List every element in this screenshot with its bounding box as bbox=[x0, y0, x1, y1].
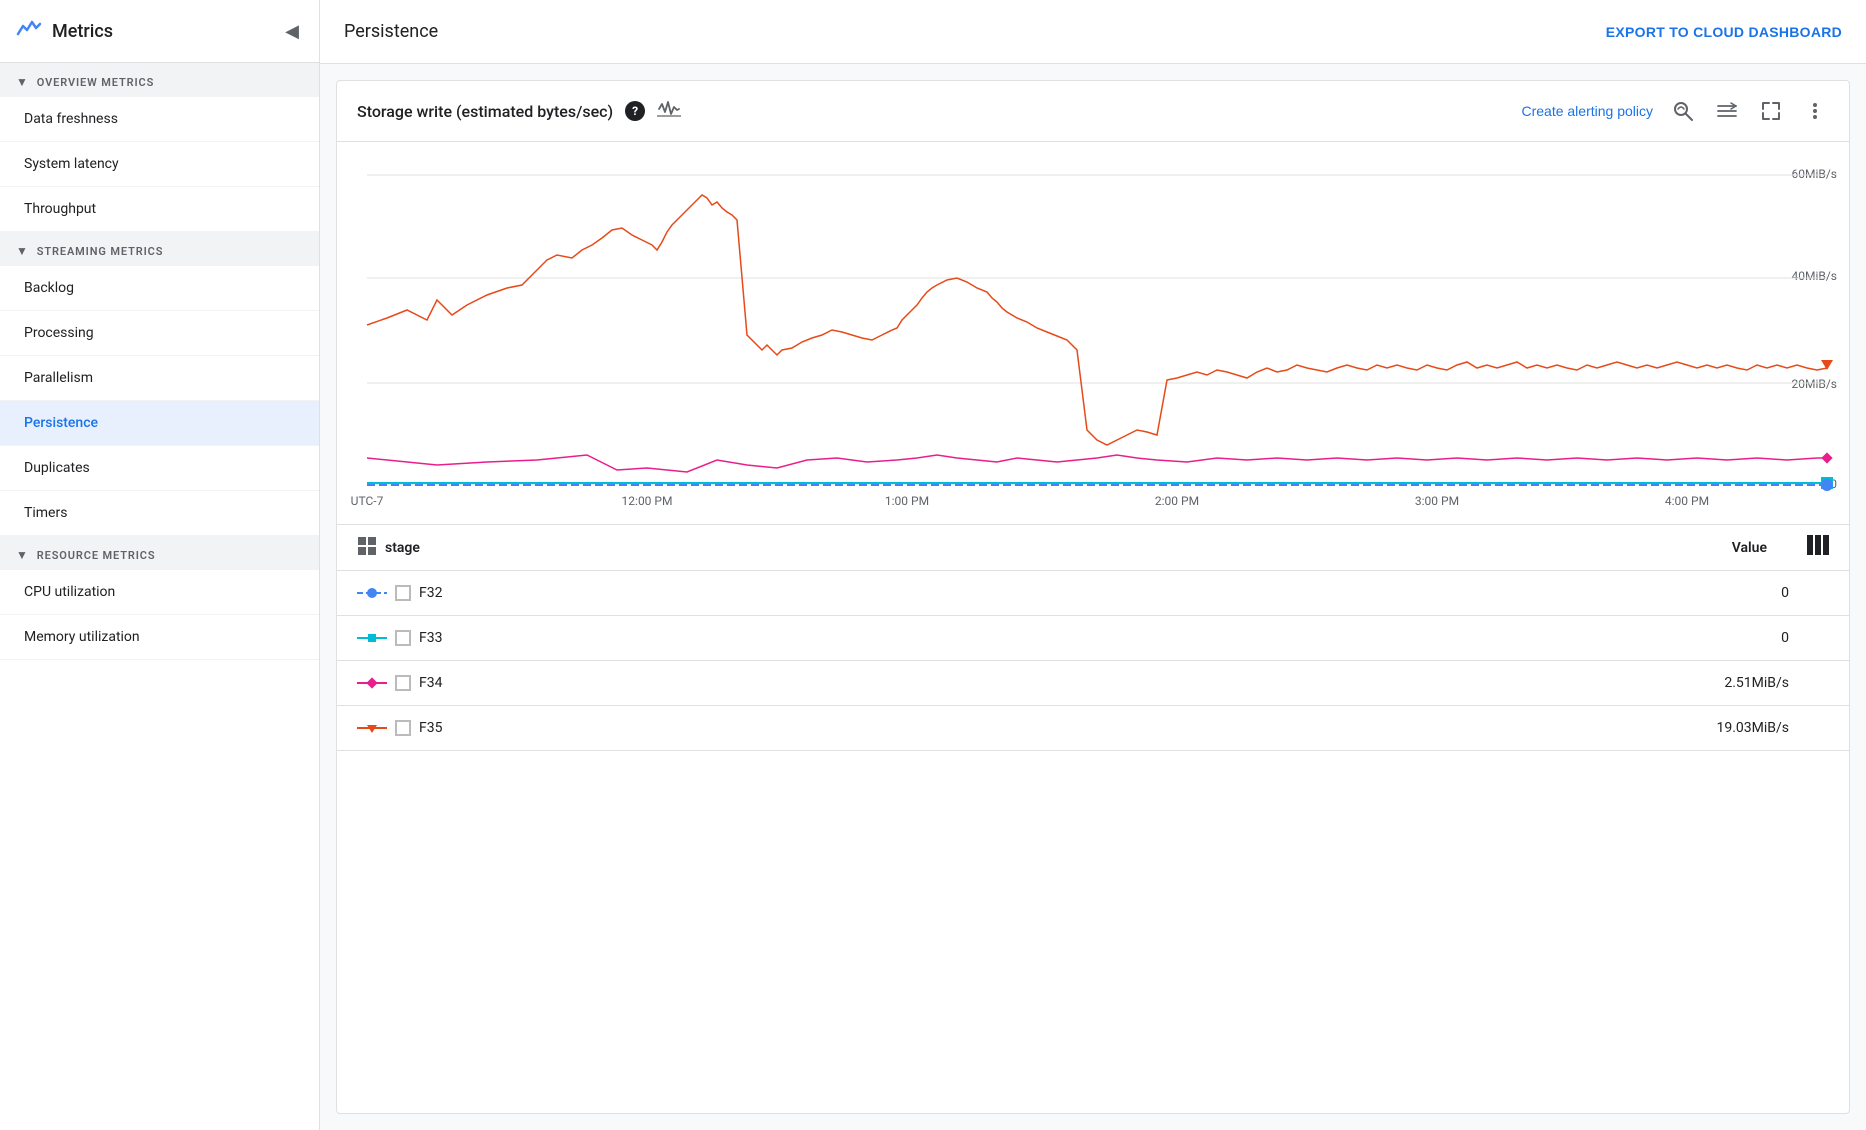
chevron-down-icon-3: ▼ bbox=[16, 548, 29, 562]
f35-line bbox=[367, 195, 1827, 445]
legend-row-f32: F32 0 bbox=[337, 571, 1849, 616]
chart-svg-area: 60MiB/s 40MiB/s 20MiB/s 0 UTC-7 12:00 PM… bbox=[337, 142, 1849, 524]
sidebar-item-parallelism[interactable]: Parallelism bbox=[0, 356, 319, 401]
chart-container: Storage write (estimated bytes/sec) ? Cr… bbox=[336, 80, 1850, 1114]
f33-label: F33 bbox=[419, 630, 1781, 646]
expand-icon[interactable] bbox=[1757, 97, 1785, 125]
f32-indicator bbox=[357, 586, 387, 600]
f35-indicator bbox=[357, 721, 387, 735]
sidebar-collapse-button[interactable]: ◀ bbox=[281, 17, 303, 46]
value-column-header: Value bbox=[1732, 540, 1767, 556]
sidebar: Metrics ◀ ▼ OVERVIEW METRICS Data freshn… bbox=[0, 0, 320, 1130]
chart-header: Storage write (estimated bytes/sec) ? Cr… bbox=[337, 81, 1849, 142]
metrics-wave-icon bbox=[657, 100, 681, 123]
search-icon[interactable] bbox=[1669, 97, 1697, 125]
overview-section-label: OVERVIEW METRICS bbox=[37, 76, 154, 89]
x-label-utc7: UTC-7 bbox=[351, 494, 384, 508]
page-title: Persistence bbox=[344, 21, 438, 42]
f32-label: F32 bbox=[419, 585, 1781, 601]
f35-value: 19.03MiB/s bbox=[1716, 720, 1789, 736]
x-label-2pm: 2:00 PM bbox=[1155, 494, 1199, 508]
sidebar-item-timers[interactable]: Timers bbox=[0, 491, 319, 536]
f34-line bbox=[367, 455, 1827, 472]
x-label-3pm: 3:00 PM bbox=[1415, 494, 1459, 508]
f33-indicator bbox=[357, 631, 387, 645]
legend-row-f35: F35 19.03MiB/s bbox=[337, 706, 1849, 751]
top-bar: Persistence EXPORT TO CLOUD DASHBOARD bbox=[320, 0, 1866, 64]
sidebar-item-system-latency[interactable]: System latency bbox=[0, 142, 319, 187]
legend-row-f33: F33 0 bbox=[337, 616, 1849, 661]
sidebar-item-memory-utilization[interactable]: Memory utilization bbox=[0, 615, 319, 660]
sidebar-item-backlog[interactable]: Backlog bbox=[0, 266, 319, 311]
x-label-12pm: 12:00 PM bbox=[622, 494, 673, 508]
x-label-4pm: 4:00 PM bbox=[1665, 494, 1709, 508]
f32-checkbox[interactable] bbox=[395, 585, 411, 601]
f32-marker bbox=[1821, 479, 1833, 491]
f34-value: 2.51MiB/s bbox=[1724, 675, 1789, 691]
sidebar-item-cpu-utilization[interactable]: CPU utilization bbox=[0, 570, 319, 615]
sidebar-header: Metrics ◀ bbox=[0, 0, 319, 63]
sidebar-item-processing[interactable]: Processing bbox=[0, 311, 319, 356]
x-label-1pm: 1:00 PM bbox=[885, 494, 929, 508]
main-content: Persistence EXPORT TO CLOUD DASHBOARD St… bbox=[320, 0, 1866, 1130]
f34-indicator bbox=[357, 676, 387, 690]
f34-checkbox[interactable] bbox=[395, 675, 411, 691]
sidebar-title: Metrics bbox=[52, 21, 113, 42]
sidebar-section-overview: ▼ OVERVIEW METRICS bbox=[0, 63, 319, 97]
stage-label: stage bbox=[385, 540, 420, 556]
f33-value: 0 bbox=[1781, 630, 1789, 646]
chart-title: Storage write (estimated bytes/sec) bbox=[357, 102, 613, 121]
f35-checkbox[interactable] bbox=[395, 720, 411, 736]
sidebar-logo: Metrics bbox=[16, 16, 113, 46]
chevron-down-icon-2: ▼ bbox=[16, 244, 29, 258]
sidebar-item-duplicates[interactable]: Duplicates bbox=[0, 446, 319, 491]
resource-section-label: RESOURCE METRICS bbox=[37, 549, 156, 562]
legend-row-f34: F34 2.51MiB/s bbox=[337, 661, 1849, 706]
toggle-columns-icon[interactable] bbox=[1807, 535, 1829, 560]
f33-checkbox[interactable] bbox=[395, 630, 411, 646]
help-icon[interactable]: ? bbox=[625, 101, 645, 121]
sidebar-item-persistence[interactable]: Persistence bbox=[0, 401, 319, 446]
more-options-icon[interactable] bbox=[1801, 97, 1829, 125]
streaming-section-label: STREAMING METRICS bbox=[37, 245, 164, 258]
f34-marker bbox=[1821, 452, 1832, 463]
y-label-60: 60MiB/s bbox=[1791, 167, 1837, 181]
legend-table: stage Value bbox=[337, 524, 1849, 1113]
compare-icon[interactable] bbox=[1713, 97, 1741, 125]
stage-grid-icon bbox=[357, 536, 377, 560]
f34-label: F34 bbox=[419, 675, 1724, 691]
export-button[interactable]: EXPORT TO CLOUD DASHBOARD bbox=[1606, 24, 1842, 40]
y-label-20: 20MiB/s bbox=[1791, 377, 1837, 391]
legend-header-row: stage Value bbox=[337, 525, 1849, 571]
chevron-down-icon: ▼ bbox=[16, 75, 29, 89]
sidebar-item-data-freshness[interactable]: Data freshness bbox=[0, 97, 319, 142]
create-alerting-policy-button[interactable]: Create alerting policy bbox=[1521, 103, 1653, 119]
f32-value: 0 bbox=[1781, 585, 1789, 601]
stage-column-header: stage bbox=[357, 536, 1732, 560]
metrics-logo-icon bbox=[16, 16, 42, 46]
f35-label: F35 bbox=[419, 720, 1716, 736]
y-label-40: 40MiB/s bbox=[1791, 269, 1837, 283]
chart-svg: 60MiB/s 40MiB/s 20MiB/s 0 UTC-7 12:00 PM… bbox=[337, 150, 1850, 520]
sidebar-section-resource: ▼ RESOURCE METRICS bbox=[0, 536, 319, 570]
chart-actions: Create alerting policy bbox=[1521, 97, 1829, 125]
sidebar-section-streaming: ▼ STREAMING METRICS bbox=[0, 232, 319, 266]
sidebar-item-throughput[interactable]: Throughput bbox=[0, 187, 319, 232]
